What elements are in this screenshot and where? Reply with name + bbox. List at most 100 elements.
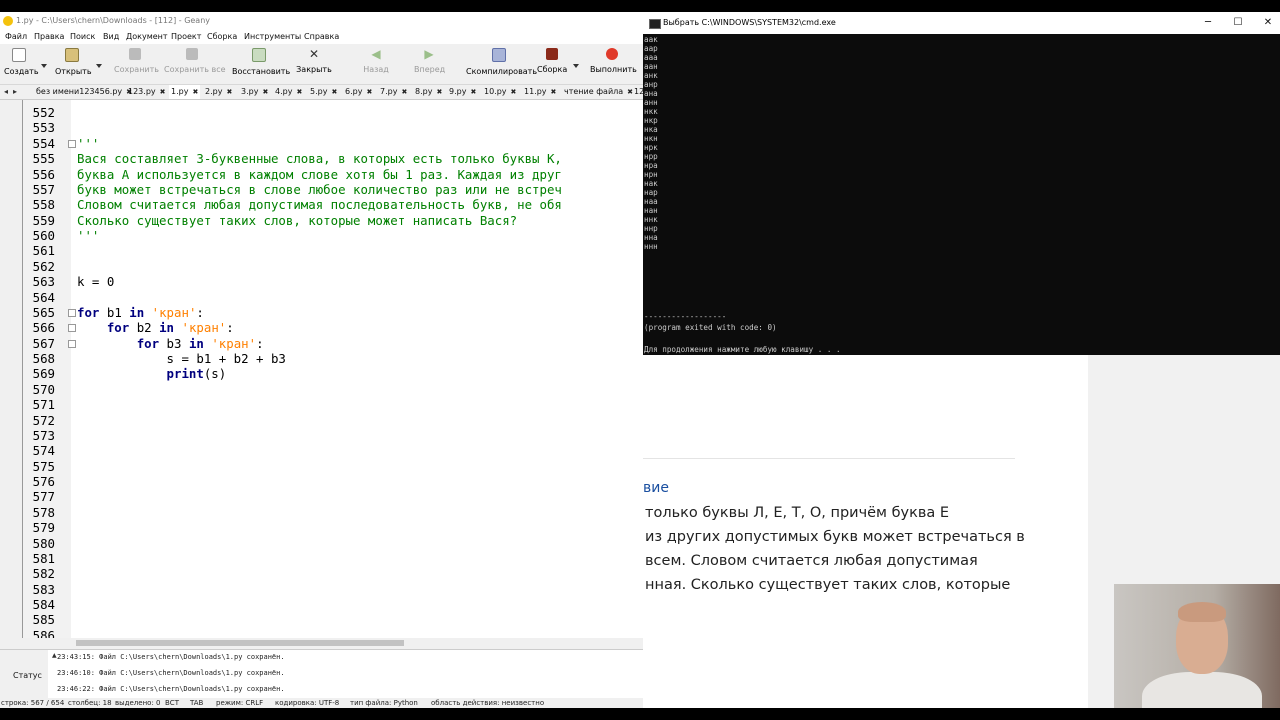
person-body [1142,672,1262,708]
tab-8py[interactable]: 8.py ✖ [415,85,442,99]
close-tab-icon[interactable]: ✖ [511,88,517,96]
console-line: нак [644,179,658,188]
create-button[interactable]: Создать [4,46,39,82]
menu-view[interactable]: Вид [103,30,119,44]
fold-marker-icon[interactable] [68,340,76,348]
console-line: аар [644,44,658,53]
compile-button[interactable]: Скомпилировать [466,46,537,82]
forward-button[interactable]: ▶ Вперед [414,46,445,82]
close-tab-icon[interactable]: ✖ [192,88,198,96]
menu-document[interactable]: Документ [126,30,168,44]
execute-button[interactable]: Выполнить [590,46,637,82]
menu-help[interactable]: Справка [304,30,339,44]
status-selection: выделено: 0 [115,699,161,707]
bottom-black-bar [0,708,1280,720]
save-button[interactable]: Сохранить [114,46,159,82]
console-prompt: Для продолжения нажмите любую клавишу . … [644,345,841,354]
tab-11py[interactable]: 11.py ✖ [524,85,556,99]
code-line-560: ''' [77,228,100,243]
close-tab-icon[interactable]: ✖ [160,88,166,96]
close-tab-icon[interactable]: ✖ [401,88,407,96]
minimize-icon[interactable]: ─ [1193,12,1223,34]
scrollbar-thumb[interactable] [76,640,404,646]
create-dropdown-icon[interactable] [41,64,47,68]
build-button[interactable]: Сборка [537,46,567,82]
geany-title: 1.py - C:\Users\chern\Downloads - [112] … [16,16,211,25]
menu-file[interactable]: Файл [5,30,27,44]
close-tab-icon[interactable]: ✖ [331,88,337,96]
open-button[interactable]: Открыть [55,46,92,82]
horizontal-scrollbar[interactable] [0,638,643,648]
save-icon [129,48,141,60]
console-line: нар [644,188,658,197]
tabs-scroll-right-icon[interactable]: ▸ [13,85,17,99]
menu-build[interactable]: Сборка [207,30,237,44]
fold-marker-icon[interactable] [68,324,76,332]
code-editor[interactable]: 552 553 554 555 556 557 558 559 560 561 … [0,100,643,638]
tab-12[interactable]: 12 [634,85,643,99]
tab-untitled[interactable]: без имени123456.py ✖ [36,85,132,99]
tabs-scroll-left-icon[interactable]: ◂ [4,85,8,99]
sidebar-panel [0,100,22,638]
code-line-555: Вася составляет 3-буквенные слова, в кот… [77,151,562,166]
console-line: нрк [644,143,658,152]
fold-marker-icon[interactable] [68,140,76,148]
close-tab-icon[interactable]: ✖ [551,88,557,96]
line-number: 567 [32,336,55,351]
open-dropdown-icon[interactable] [96,64,102,68]
page-heading-link[interactable]: вие [643,480,669,496]
tab-1py[interactable]: 1.py ✖ [169,85,201,99]
back-button[interactable]: ◀ Назад [362,46,390,82]
close-tab-icon[interactable]: ✖ [262,88,268,96]
save-all-button[interactable]: Сохранить все [164,46,226,82]
menu-search[interactable]: Поиск [70,30,95,44]
menu-tools[interactable]: Инструменты [244,30,301,44]
console-line: ннр [644,224,658,233]
cmd-title: Выбрать C:\WINDOWS\SYSTEM32\cmd.exe [663,18,836,27]
panel-collapse-icon[interactable]: ▲ [52,652,57,659]
console-line: ннн [644,242,658,251]
line-number: 564 [32,290,55,305]
menu-project[interactable]: Проект [171,30,201,44]
code-line-554: ''' [77,136,100,151]
close-tab-icon[interactable]: ✖ [366,88,372,96]
console-line: аак [644,35,658,44]
tab-123py[interactable]: 123.py ✖ [128,85,166,99]
menu-edit[interactable]: Правка [34,30,64,44]
build-dropdown-icon[interactable] [573,64,579,68]
console-line: нна [644,233,658,242]
code-line-569: print(s) [166,366,227,381]
close-tab-icon[interactable]: ✖ [226,88,232,96]
page-text-line: всем. Словом считается любая допустимая [645,553,978,569]
close-tab-icon[interactable]: ✖ [627,88,633,96]
line-number: 580 [32,536,55,551]
fold-marker-icon[interactable] [68,309,76,317]
line-number: 577 [32,489,55,504]
tab-3py[interactable]: 3.py ✖ [241,85,268,99]
log-line: 23:46:22: Файл C:\Users\chern\Downloads\… [57,685,285,693]
tab-5py[interactable]: 5.py ✖ [310,85,337,99]
close-tab-icon[interactable]: ✖ [436,88,442,96]
console-line: наа [644,197,658,206]
tab-4py[interactable]: 4.py ✖ [275,85,302,99]
close-tab-icon[interactable]: ✖ [470,88,476,96]
tab-9py[interactable]: 9.py ✖ [449,85,476,99]
close-window-icon[interactable]: ✕ [1253,12,1280,34]
maximize-icon[interactable]: ☐ [1223,12,1253,34]
line-number: 582 [32,566,55,581]
line-number: 558 [32,197,55,212]
execute-icon [606,48,618,60]
revert-button[interactable]: Восстановить [232,46,290,82]
document-tabs: ◂ ▸ без имени123456.py ✖ 123.py ✖ 1.py ✖ 2.… [0,85,643,100]
tab-6py[interactable]: 6.py ✖ [345,85,372,99]
status-tab[interactable]: Статус [0,650,48,698]
tab-10py[interactable]: 10.py ✖ [484,85,516,99]
close-tab-icon[interactable]: ✖ [296,88,302,96]
status-column: столбец: 18 [68,699,112,707]
close-button[interactable]: ✕ Закрыть [296,46,332,82]
tab-read-file[interactable]: чтение файла ✖ [564,85,633,99]
status-insert-mode: ВСТ [165,699,179,707]
tab-7py[interactable]: 7.py ✖ [380,85,407,99]
webcam-overlay [1114,584,1280,708]
tab-2py[interactable]: 2.py ✖ [205,85,232,99]
